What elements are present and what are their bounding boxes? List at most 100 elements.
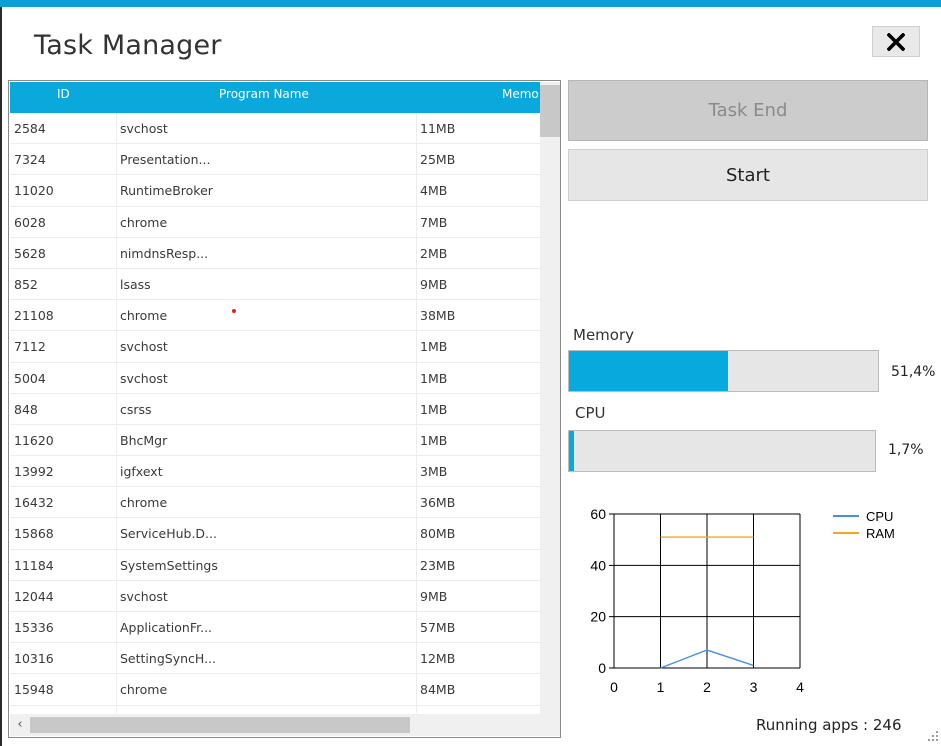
cell-memory: 7MB [420, 214, 448, 230]
cell-id: 2584 [14, 121, 46, 136]
table-row[interactable]: 5628 nimdnsResp... 2MB [10, 238, 540, 269]
cell-program-name: chrome [120, 214, 168, 230]
scroll-left-icon[interactable]: ‹ [12, 715, 28, 735]
cell-memory: 23MB [420, 557, 456, 573]
table-row[interactable]: 848 csrss 1MB [10, 394, 540, 425]
cell-memory: 1MB [420, 432, 448, 448]
memory-progress-fill [569, 351, 728, 391]
cell-memory: 38MB [420, 308, 456, 324]
chart-x-tick-label: 4 [796, 679, 804, 695]
cell-id: 15948 [14, 682, 54, 698]
chart-x-tick-label: 0 [610, 679, 618, 695]
table-row[interactable]: 10316 SettingSyncH... 12MB [10, 643, 540, 675]
table-row[interactable]: 16432 chrome 36MB [10, 487, 540, 519]
vertical-scrollbar[interactable] [540, 82, 560, 714]
table-row[interactable]: 7324 Presentation... 25MB [10, 144, 540, 176]
grid-header: ID Program Name Memo [10, 82, 540, 113]
cell-program-name: ApplicationFr... [120, 620, 213, 635]
chart-y-tick-label: 60 [590, 506, 606, 522]
cell-program-name: nimdnsResp... [120, 245, 209, 261]
grid-body: 2584 svchost 11MB 7324 Presentation... 25MB 11… [10, 113, 540, 713]
cell-memory: 25MB [420, 152, 456, 168]
cell-memory: 1MB [420, 339, 448, 355]
cell-memory: 1MB [420, 401, 448, 417]
cell-program-name: svchost [120, 339, 168, 355]
table-row[interactable]: 6028 chrome 7MB [10, 207, 540, 238]
table-row[interactable]: 12044 svchost 9MB [10, 581, 540, 612]
column-header-memory[interactable]: Memo [502, 82, 539, 113]
window-title: Task Manager [34, 30, 222, 61]
cell-memory: 9MB [420, 588, 448, 604]
table-row[interactable]: 15868 ServiceHub.D... 80MB [10, 518, 540, 550]
cell-memory: 57MB [420, 620, 456, 635]
vertical-scroll-thumb[interactable] [540, 85, 560, 137]
cell-id: 15336 [14, 620, 54, 635]
table-row[interactable]: 13992 igfxext 3MB [10, 456, 540, 488]
close-icon [887, 32, 905, 51]
cell-id: 5004 [14, 370, 46, 386]
cell-program-name: chrome [120, 495, 168, 511]
table-row[interactable]: 11184 SystemSettings 23MB [10, 550, 540, 581]
memory-progress-bar [568, 350, 879, 392]
cell-id: 11620 [14, 432, 54, 448]
cell-id: 15868 [14, 526, 54, 542]
close-button[interactable] [872, 26, 920, 57]
cell-id: 10316 [14, 651, 54, 667]
process-grid[interactable]: ID Program Name Memo 2584 svchost 11MB 7324… [8, 80, 561, 738]
window-accent-bar [0, 0, 941, 7]
chart-y-tick-label: 0 [598, 660, 606, 676]
cell-memory: 36MB [420, 495, 456, 511]
cell-id: 21108 [14, 308, 54, 324]
cell-memory: 1MB [420, 370, 448, 386]
table-row[interactable]: 5004 svchost 1MB [10, 363, 540, 394]
table-row[interactable]: 21108 chrome 38MB [10, 300, 540, 332]
scrollbar-corner [540, 714, 560, 736]
cell-id: 12044 [14, 588, 54, 604]
cell-memory: 11MB [420, 121, 456, 136]
cell-program-name: ServiceHub.D... [120, 526, 217, 542]
chart-legend-label: RAM [866, 526, 895, 541]
cell-program-name: chrome [120, 682, 168, 698]
column-header-id[interactable]: ID [57, 82, 70, 113]
cell-memory: 80MB [420, 526, 456, 542]
cell-id: 852 [14, 276, 38, 292]
table-row[interactable]: 11020 RuntimeBroker 4MB [10, 175, 540, 207]
horizontal-scroll-thumb[interactable] [30, 717, 410, 733]
cell-id: 13992 [14, 464, 54, 480]
cell-memory: 2MB [420, 245, 448, 261]
table-row[interactable]: 15336 ApplicationFr... 57MB [10, 612, 540, 644]
cell-program-name: chrome [120, 308, 168, 324]
chart-x-tick-label: 2 [703, 679, 711, 695]
chart-y-tick-label: 20 [590, 609, 606, 625]
cell-program-name: Presentation... [120, 152, 211, 168]
resize-grip-icon[interactable] [925, 728, 939, 742]
cpu-progress-fill [569, 431, 575, 471]
table-row[interactable]: 7112 svchost 1MB [10, 331, 540, 363]
cell-memory: 3MB [420, 464, 448, 480]
cell-id: 5628 [14, 245, 46, 261]
cell-memory: 84MB [420, 682, 456, 698]
usage-chart: 0 1 2 3 40204060 CPURAM [590, 506, 895, 695]
table-row[interactable]: 11620 BhcMgr 1MB [10, 425, 540, 457]
cell-memory: 12MB [420, 651, 456, 667]
cell-id: 6028 [14, 214, 46, 230]
table-row[interactable]: 2584 svchost 11MB [10, 113, 540, 145]
start-button[interactable]: Start [568, 149, 928, 201]
cell-id: 848 [14, 401, 38, 417]
table-row[interactable]: 15948 chrome 84MB [10, 674, 540, 706]
memory-label: Memory [573, 326, 635, 344]
cell-id: 11020 [14, 183, 54, 199]
cell-program-name: BhcMgr [120, 432, 168, 448]
task-end-button[interactable]: Task End [568, 80, 928, 141]
horizontal-scrollbar[interactable]: ‹ [10, 714, 540, 736]
cell-program-name: lsass [120, 276, 151, 292]
column-header-program-name[interactable]: Program Name [219, 82, 309, 113]
cell-program-name: SettingSyncH... [120, 651, 216, 667]
cell-program-name: csrss [120, 401, 152, 417]
memory-percent: 51,4% [891, 364, 936, 380]
cpu-percent: 1,7% [888, 442, 924, 458]
cell-id: 11184 [14, 557, 54, 573]
cell-program-name: svchost [120, 121, 168, 136]
table-row[interactable]: 852 lsass 9MB [10, 269, 540, 301]
cell-program-name: SystemSettings [120, 557, 218, 573]
